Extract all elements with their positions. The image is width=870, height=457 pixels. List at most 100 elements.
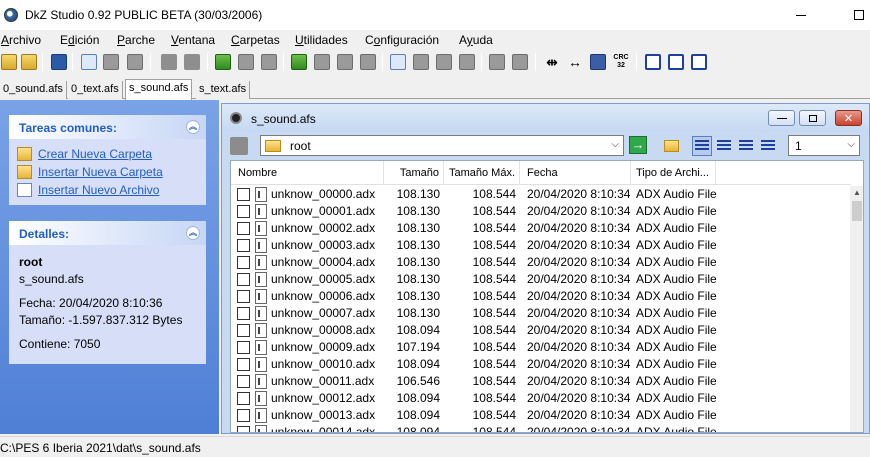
disabled-tool-13[interactable] bbox=[488, 53, 506, 71]
list-item[interactable]: unknow_00002.adx 108.130 108.544 20/04/2020… bbox=[231, 220, 851, 237]
document-button[interactable] bbox=[389, 53, 407, 71]
save-button[interactable] bbox=[50, 53, 68, 71]
disabled-tool-12[interactable] bbox=[458, 53, 476, 71]
disabled-tool-1[interactable] bbox=[102, 53, 120, 71]
menu-parche[interactable]: Parche bbox=[117, 33, 155, 47]
list-item[interactable]: unknow_00006.adx 108.130 108.544 20/04/2020… bbox=[231, 288, 851, 305]
tab-0-sound[interactable]: 0_sound.afs bbox=[0, 81, 67, 99]
row-checkbox[interactable] bbox=[237, 324, 250, 337]
disabled-tool-7[interactable] bbox=[313, 53, 331, 71]
menu-carpetas[interactable]: Carpetas bbox=[231, 33, 280, 47]
row-checkbox[interactable] bbox=[237, 256, 250, 269]
collapse-icon[interactable]: ︽ bbox=[186, 120, 200, 134]
cascade-button[interactable] bbox=[644, 53, 662, 71]
disabled-tool-8[interactable] bbox=[336, 53, 354, 71]
list-item[interactable]: unknow_00011.adx 106.546 108.544 20/04/2020… bbox=[231, 373, 851, 390]
minimize-button[interactable] bbox=[778, 0, 824, 30]
tab-0-text[interactable]: 0_text.afs bbox=[68, 81, 123, 99]
column-size[interactable]: Tamaño bbox=[384, 161, 444, 185]
doc-minimize-button[interactable] bbox=[768, 110, 795, 126]
common-tasks-header[interactable]: Tareas comunes: ︽ bbox=[9, 115, 206, 139]
list-item[interactable]: unknow_00014.adx 108.094 108.544 20/04/2020… bbox=[231, 424, 851, 432]
path-select[interactable]: root ⌵ bbox=[260, 135, 624, 156]
up-folder-button[interactable] bbox=[230, 137, 248, 155]
properties-button[interactable] bbox=[80, 53, 98, 71]
go-button[interactable]: → bbox=[629, 136, 647, 154]
row-checkbox[interactable] bbox=[237, 375, 250, 388]
view-small-icons-button[interactable] bbox=[736, 136, 756, 156]
tile-vertical-button[interactable] bbox=[690, 53, 708, 71]
list-item[interactable]: unknow_00003.adx 108.130 108.544 20/04/2020… bbox=[231, 237, 851, 254]
list-item[interactable]: unknow_00005.adx 108.130 108.544 20/04/2020… bbox=[231, 271, 851, 288]
row-checkbox[interactable] bbox=[237, 307, 250, 320]
disabled-tool-6[interactable] bbox=[260, 53, 278, 71]
menu-ayuda[interactable]: Ayuda bbox=[459, 33, 493, 47]
open-button[interactable] bbox=[20, 53, 38, 71]
list-item[interactable]: unknow_00013.adx 108.094 108.544 20/04/2020… bbox=[231, 407, 851, 424]
details-header[interactable]: Detalles: ︽ bbox=[9, 221, 206, 245]
row-checkbox[interactable] bbox=[237, 239, 250, 252]
view-list-button[interactable] bbox=[714, 136, 734, 156]
list-item[interactable]: unknow_00012.adx 108.094 108.544 20/04/2020… bbox=[231, 390, 851, 407]
compress-button[interactable]: ⇹ bbox=[543, 53, 561, 71]
column-date[interactable]: Fecha bbox=[520, 161, 631, 185]
new-button[interactable] bbox=[0, 53, 18, 71]
vertical-scrollbar[interactable]: ▲ bbox=[850, 186, 863, 432]
column-max-size[interactable]: Tamaño Máx. bbox=[444, 161, 520, 185]
page-select[interactable]: 1 ⌵ bbox=[788, 135, 860, 156]
view-large-icons-button[interactable] bbox=[758, 136, 778, 156]
column-type[interactable]: Tipo de Archi... bbox=[631, 161, 716, 185]
row-checkbox[interactable] bbox=[237, 358, 250, 371]
disabled-tool-2[interactable] bbox=[126, 53, 144, 71]
disabled-tool-10[interactable] bbox=[412, 53, 430, 71]
expand-button[interactable]: ↔ bbox=[566, 53, 584, 71]
crc32-button[interactable]: CRC 32 bbox=[612, 53, 630, 71]
column-name[interactable]: Nombre bbox=[231, 161, 384, 185]
row-checkbox[interactable] bbox=[237, 205, 250, 218]
menu-archivo[interactable]: Archivo bbox=[1, 33, 41, 47]
disabled-tool-9[interactable] bbox=[359, 53, 377, 71]
list-item[interactable]: unknow_00004.adx 108.130 108.544 20/04/2020… bbox=[231, 254, 851, 271]
disk-button[interactable] bbox=[589, 53, 607, 71]
scroll-up-icon[interactable]: ▲ bbox=[850, 186, 863, 200]
doc-maximize-button[interactable] bbox=[799, 110, 826, 126]
disabled-tool-14[interactable] bbox=[511, 53, 529, 71]
disabled-tool-5[interactable] bbox=[237, 53, 255, 71]
list-item[interactable]: unknow_00009.adx 107.194 108.544 20/04/2020… bbox=[231, 339, 851, 356]
tab-s-sound[interactable]: s_sound.afs bbox=[125, 79, 193, 100]
list-item[interactable]: unknow_00001.adx 108.130 108.544 20/04/2020… bbox=[231, 203, 851, 220]
scroll-thumb[interactable] bbox=[852, 201, 862, 221]
row-checkbox[interactable] bbox=[237, 409, 250, 422]
export-button[interactable] bbox=[290, 53, 308, 71]
row-checkbox[interactable] bbox=[237, 273, 250, 286]
tab-s-text[interactable]: s_text.afs bbox=[196, 81, 251, 99]
insert-file-link[interactable]: Insertar Nuevo Archivo bbox=[17, 181, 198, 199]
insert-folder-link[interactable]: Insertar Nueva Carpeta bbox=[17, 163, 198, 181]
row-checkbox[interactable] bbox=[237, 392, 250, 405]
doc-close-button[interactable]: ✕ bbox=[835, 110, 862, 126]
disabled-tool-3[interactable] bbox=[160, 53, 178, 71]
view-details-button[interactable] bbox=[692, 136, 712, 156]
file-max-size: 108.544 bbox=[472, 221, 516, 235]
menu-utilidades[interactable]: Utilidades bbox=[295, 33, 348, 47]
row-checkbox[interactable] bbox=[237, 188, 250, 201]
row-checkbox[interactable] bbox=[237, 426, 250, 432]
list-item[interactable]: unknow_00000.adx 108.130 108.544 20/04/2020… bbox=[231, 186, 851, 203]
tile-horizontal-button[interactable] bbox=[667, 53, 685, 71]
collapse-icon[interactable]: ︽ bbox=[186, 226, 200, 240]
disabled-tool-4[interactable] bbox=[183, 53, 201, 71]
disabled-tool-11[interactable] bbox=[435, 53, 453, 71]
list-item[interactable]: unknow_00007.adx 108.130 108.544 20/04/2020… bbox=[231, 305, 851, 322]
import-button[interactable] bbox=[214, 53, 232, 71]
row-checkbox[interactable] bbox=[237, 222, 250, 235]
new-folder-button[interactable] bbox=[661, 136, 681, 156]
row-checkbox[interactable] bbox=[237, 341, 250, 354]
list-item[interactable]: unknow_00010.adx 108.094 108.544 20/04/2020… bbox=[231, 356, 851, 373]
row-checkbox[interactable] bbox=[237, 290, 250, 303]
menu-configuracion[interactable]: Configuración bbox=[365, 33, 439, 47]
menu-edicion[interactable]: Edición bbox=[60, 33, 99, 47]
list-item[interactable]: unknow_00008.adx 108.094 108.544 20/04/2020… bbox=[231, 322, 851, 339]
menu-ventana[interactable]: Ventana bbox=[171, 33, 215, 47]
create-folder-link[interactable]: Crear Nueva Carpeta bbox=[17, 145, 198, 163]
maximize-button[interactable] bbox=[836, 0, 870, 30]
